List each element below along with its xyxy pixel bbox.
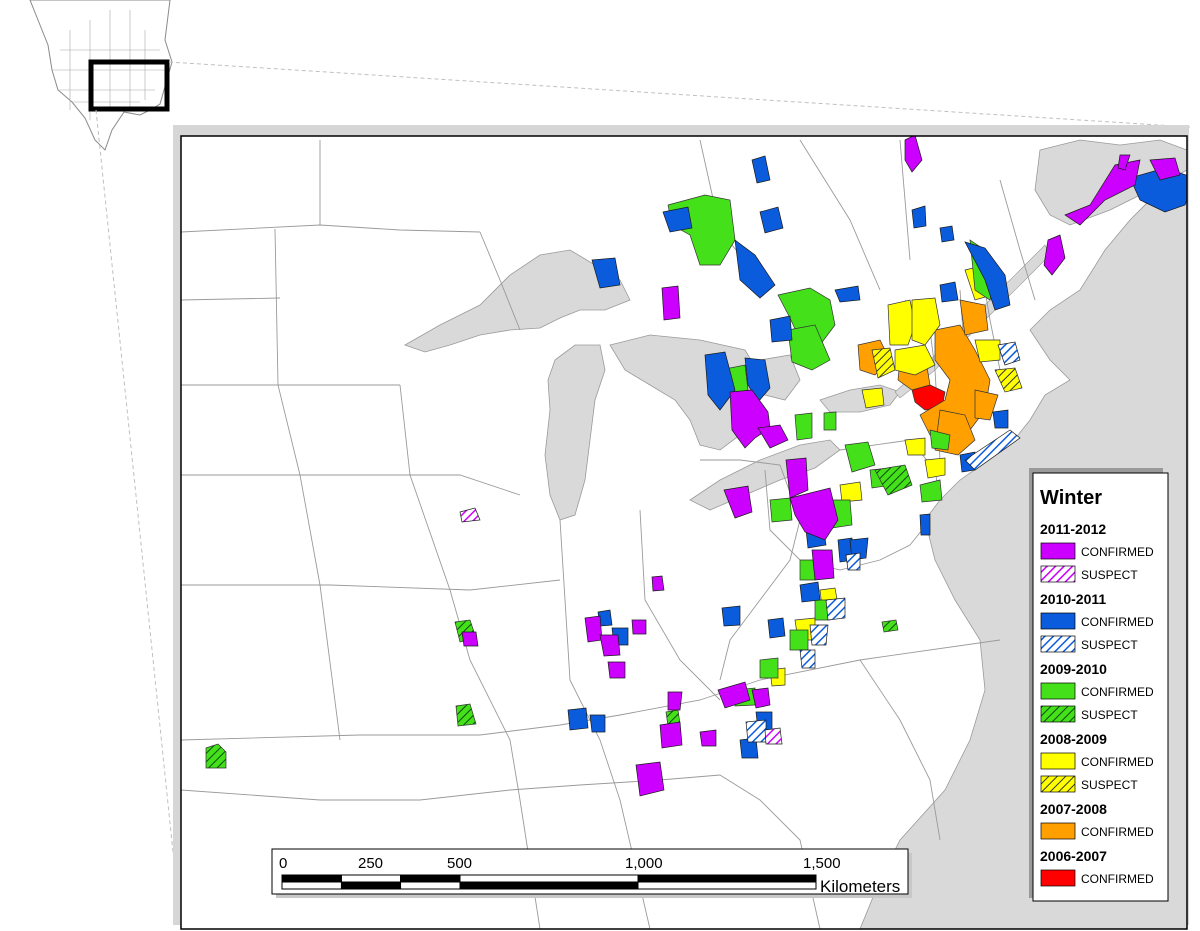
scale-bar-segment	[459, 881, 639, 890]
legend-suspect-label: SUSPECT	[1081, 778, 1138, 792]
scale-bar-tick-label: 1,500	[803, 855, 841, 872]
county-polygon	[667, 691, 683, 711]
legend-season-heading: 2009-2010	[1040, 661, 1107, 677]
scale-bar-segment	[400, 874, 461, 883]
legend-confirmed-swatch	[1040, 542, 1076, 560]
county-polygon	[699, 729, 717, 747]
legend-confirmed-swatch	[1040, 869, 1076, 887]
legend-confirmed-label: CONFIRMED	[1081, 825, 1154, 839]
legend-suspect-swatch	[1040, 635, 1076, 653]
legend-suspect-label: SUSPECT	[1081, 638, 1138, 652]
legend-season-heading: 2010-2011	[1040, 591, 1106, 607]
legend-season-heading: 2008-2009	[1040, 731, 1107, 747]
county-polygon	[839, 481, 863, 503]
legend-season-heading: 2007-2008	[1040, 801, 1107, 817]
county-polygon	[823, 411, 837, 431]
legend-suspect-swatch	[1040, 565, 1076, 583]
inset-north-america	[29, 0, 173, 151]
inset-leader-line	[168, 61, 1191, 128]
legend-confirmed-swatch	[1040, 682, 1076, 700]
county-polygon	[651, 575, 665, 592]
county-polygon	[794, 412, 813, 441]
county-polygon	[911, 205, 927, 229]
county-polygon	[631, 619, 647, 635]
scale-bar-unit: Kilometers	[820, 877, 900, 896]
county-polygon	[589, 714, 606, 733]
legend-confirmed-swatch	[1040, 612, 1076, 630]
county-polygon	[764, 727, 783, 745]
county-polygon	[799, 581, 821, 603]
county-polygon	[799, 649, 816, 669]
county-polygon	[721, 605, 741, 627]
county-polygon	[904, 437, 926, 456]
scale-bar-segment	[281, 874, 342, 883]
scale-bar-tick-label: 250	[358, 855, 383, 872]
scale-bar-segment	[459, 874, 639, 883]
scale-bar-segments	[281, 874, 817, 890]
legend-confirmed-label: CONFIRMED	[1081, 615, 1154, 629]
legend-title: Winter	[1040, 487, 1102, 509]
county-polygon	[789, 629, 809, 651]
scale-bar-segment	[400, 881, 461, 890]
legend-season-heading: 2006-2007	[1040, 848, 1107, 864]
scale-bar-segment	[637, 874, 817, 883]
legend: Winter 2011-2012 CONFIRMED SUSPECT 2010-201…	[1029, 468, 1169, 902]
scale-bar: 0 250 500 1,000 1,500 Kilometers	[271, 848, 912, 898]
county-polygon	[959, 299, 989, 336]
legend-suspect-swatch	[1040, 775, 1076, 793]
county-polygon	[881, 619, 899, 633]
scale-bar-tick-label: 500	[447, 855, 472, 872]
legend-confirmed-label: CONFIRMED	[1081, 755, 1154, 769]
county-polygon	[924, 457, 946, 479]
county-polygon	[635, 761, 665, 797]
county-polygon	[825, 597, 846, 621]
legend-suspect-label: SUSPECT	[1081, 568, 1138, 582]
county-polygon	[799, 559, 816, 581]
legend-suspect-swatch	[1040, 705, 1076, 723]
county-polygon	[759, 657, 779, 679]
county-polygon	[992, 409, 1009, 429]
legend-confirmed-label: CONFIRMED	[1081, 545, 1154, 559]
inset-leader-line	[95, 109, 182, 930]
scale-bar-tick-label: 1,000	[625, 855, 663, 872]
county-polygon	[607, 661, 626, 679]
scale-bar-segment	[281, 881, 342, 890]
county-polygon	[939, 225, 955, 243]
county-polygon	[767, 617, 786, 639]
county-polygon	[769, 315, 793, 343]
legend-confirmed-swatch	[1040, 752, 1076, 770]
county-polygon	[661, 285, 681, 321]
county-polygon	[769, 497, 793, 523]
legend-season-heading: 2011-2012	[1040, 521, 1106, 537]
county-polygon	[861, 387, 885, 409]
scale-bar-segment	[340, 881, 402, 890]
legend-suspect-label: SUSPECT	[1081, 708, 1138, 722]
scale-bar-segment	[340, 874, 402, 883]
county-polygon	[939, 281, 959, 303]
county-polygon	[461, 631, 479, 647]
county-polygon	[584, 615, 603, 643]
county-polygon	[809, 624, 829, 646]
scale-bar-tick-label: 0	[279, 855, 287, 872]
county-polygon	[745, 719, 767, 743]
county-polygon	[919, 513, 931, 536]
county-polygon	[567, 707, 589, 731]
county-polygon	[845, 552, 861, 571]
county-polygon	[811, 549, 835, 581]
legend-confirmed-swatch	[1040, 822, 1076, 840]
county-polygon	[659, 721, 683, 749]
scale-bar-segment	[637, 881, 817, 890]
legend-confirmed-label: CONFIRMED	[1081, 685, 1154, 699]
legend-confirmed-label: CONFIRMED	[1081, 872, 1154, 886]
